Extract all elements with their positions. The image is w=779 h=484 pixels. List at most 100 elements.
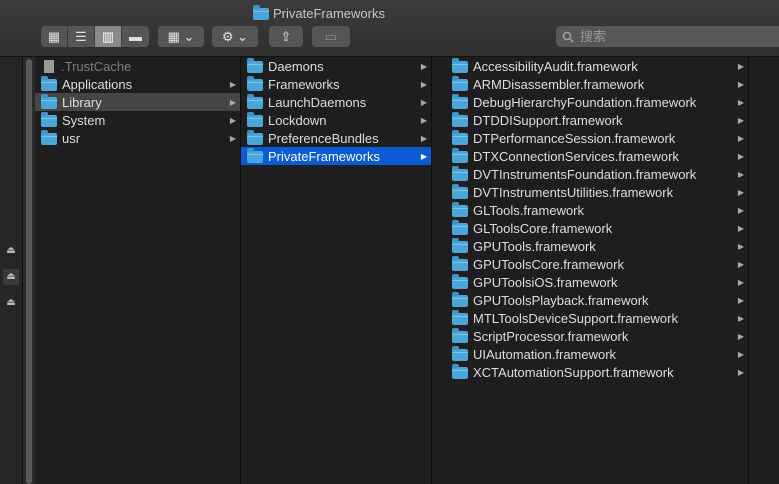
search-input[interactable] [578, 28, 762, 45]
item-label: GLTools.framework [473, 202, 585, 218]
column-privateframeworks: AccessibilityAudit.framework ▶ ARMDisasse… [446, 57, 749, 484]
item-label: GPUTools.framework [473, 238, 596, 254]
chevron-right-icon: ▶ [737, 223, 744, 233]
chevron-right-icon: ▶ [737, 349, 744, 359]
chevron-right-icon: ▶ [420, 151, 427, 161]
list-item[interactable]: DTDDISupport.framework ▶ [446, 111, 748, 129]
eject-icon[interactable]: ⏏ [3, 269, 19, 285]
item-label: Library [62, 94, 102, 110]
list-item[interactable]: PrivateFrameworks ▶ [241, 147, 431, 165]
list-item[interactable]: DVTInstrumentsUtilities.framework ▶ [446, 183, 748, 201]
icon-view-button[interactable]: ▦ [41, 26, 68, 47]
list-item[interactable]: GPUToolsiOS.framework ▶ [446, 273, 748, 291]
list-item[interactable]: DTPerformanceSession.framework ▶ [446, 129, 748, 147]
item-label: Frameworks [268, 76, 340, 92]
folder-icon [452, 202, 468, 217]
folder-icon [452, 220, 468, 235]
chevron-right-icon: ▶ [737, 241, 744, 251]
action-gear-button[interactable]: ⚙ ⌄ [212, 26, 258, 47]
item-label: UIAutomation.framework [473, 346, 617, 362]
list-item[interactable]: GPUTools.framework ▶ [446, 237, 748, 255]
eject-icon[interactable]: ⏏ [3, 243, 19, 259]
list-item[interactable]: Applications ▶ [35, 75, 240, 93]
folder-icon [41, 112, 57, 127]
folder-icon [452, 346, 468, 361]
chevron-right-icon: ▶ [229, 133, 236, 143]
item-label: ScriptProcessor.framework [473, 328, 629, 344]
list-item[interactable]: System ▶ [35, 111, 240, 129]
folder-icon [253, 5, 269, 20]
list-item[interactable]: LaunchDaemons ▶ [241, 93, 431, 111]
folder-icon [452, 58, 468, 73]
item-label: Applications [62, 76, 133, 92]
list-item[interactable]: Library ▶ [35, 93, 240, 111]
chevron-right-icon: ▶ [420, 115, 427, 125]
list-item[interactable]: UIAutomation.framework ▶ [446, 345, 748, 363]
chevron-right-icon: ▶ [737, 169, 744, 179]
chevron-right-icon: ▶ [737, 61, 744, 71]
list-item[interactable]: ScriptProcessor.framework ▶ [446, 327, 748, 345]
folder-icon [247, 112, 263, 127]
chevron-right-icon: ▶ [229, 79, 236, 89]
list-item[interactable]: GLToolsCore.framework ▶ [446, 219, 748, 237]
finder-toolbar: PrivateFrameworks ▦ ☰ ▥ ▬ ▦ ⌄ ⚙ ⌄ ⇪ ▭ [0, 0, 779, 57]
window-title: PrivateFrameworks [253, 4, 385, 22]
edit-tags-button[interactable]: ▭ [312, 26, 350, 47]
item-label: AccessibilityAudit.framework [473, 58, 638, 74]
list-item[interactable]: DebugHierarchyFoundation.framework ▶ [446, 93, 748, 111]
item-label: DTPerformanceSession.framework [473, 130, 676, 146]
list-item[interactable]: PreferenceBundles ▶ [241, 129, 431, 147]
list-item[interactable]: DTXConnectionServices.framework ▶ [446, 147, 748, 165]
list-item[interactable]: ARMDisassembler.framework ▶ [446, 75, 748, 93]
list-item[interactable]: .TrustCache [35, 57, 240, 75]
list-item[interactable]: DVTInstrumentsFoundation.framework ▶ [446, 165, 748, 183]
share-button[interactable]: ⇪ [269, 26, 303, 47]
search-field[interactable] [556, 26, 779, 47]
list-item[interactable]: GLTools.framework ▶ [446, 201, 748, 219]
item-label: GPUToolsCore.framework [473, 256, 624, 272]
chevron-right-icon: ▶ [737, 367, 744, 377]
folder-icon [452, 292, 468, 307]
view-mode-segmented-control: ▦ ☰ ▥ ▬ [41, 26, 149, 47]
folder-icon [41, 94, 57, 109]
list-item[interactable]: Lockdown ▶ [241, 111, 431, 129]
list-item[interactable]: MTLToolsDeviceSupport.framework ▶ [446, 309, 748, 327]
item-label: DVTInstrumentsUtilities.framework [473, 184, 674, 200]
folder-icon [41, 130, 57, 145]
folder-icon [452, 112, 468, 127]
list-item[interactable]: AccessibilityAudit.framework ▶ [446, 57, 748, 75]
folder-icon [247, 94, 263, 109]
folder-icon [452, 148, 468, 163]
list-item[interactable]: Frameworks ▶ [241, 75, 431, 93]
item-label: DVTInstrumentsFoundation.framework [473, 166, 697, 182]
column-view-button[interactable]: ▥ [95, 26, 122, 47]
item-label: usr [62, 130, 81, 146]
list-item[interactable]: usr ▶ [35, 129, 240, 147]
chevron-right-icon: ▶ [737, 295, 744, 305]
search-icon [562, 31, 574, 42]
folder-icon [452, 184, 468, 199]
file-icon [44, 59, 54, 73]
group-by-button[interactable]: ▦ ⌄ [158, 26, 204, 47]
chevron-right-icon: ▶ [229, 115, 236, 125]
chevron-right-icon: ▶ [420, 133, 427, 143]
item-label: ARMDisassembler.framework [473, 76, 645, 92]
list-item[interactable]: GPUToolsCore.framework ▶ [446, 255, 748, 273]
gallery-view-button[interactable]: ▬ [122, 26, 149, 47]
scrollbar-thumb[interactable] [26, 59, 32, 484]
item-label: XCTAutomationSupport.framework [473, 364, 674, 380]
eject-icon[interactable]: ⏏ [3, 295, 19, 311]
folder-icon [247, 76, 263, 91]
item-label: DebugHierarchyFoundation.framework [473, 94, 697, 110]
list-view-button[interactable]: ☰ [68, 26, 95, 47]
vertical-scrollbar[interactable] [23, 57, 35, 484]
list-item[interactable]: XCTAutomationSupport.framework ▶ [446, 363, 748, 381]
chevron-right-icon: ▶ [737, 259, 744, 269]
chevron-right-icon: ▶ [420, 97, 427, 107]
chevron-right-icon: ▶ [737, 97, 744, 107]
list-item[interactable]: GPUToolsPlayback.framework ▶ [446, 291, 748, 309]
list-item[interactable]: Daemons ▶ [241, 57, 431, 75]
chevron-right-icon: ▶ [737, 133, 744, 143]
chevron-right-icon: ▶ [737, 331, 744, 341]
chevron-right-icon: ▶ [737, 151, 744, 161]
